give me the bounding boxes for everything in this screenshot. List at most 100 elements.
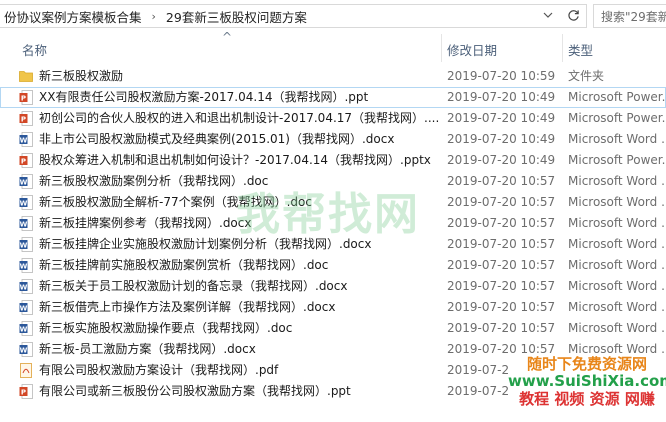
word-icon: W [19,279,33,294]
file-date: 2019-07-20 10:57 [447,342,556,356]
svg-text:W: W [20,220,28,228]
file-name[interactable]: 有限公司股权激励方案设计（我帮找网）.pdf [39,360,439,381]
file-type: Microsoft Word ... [568,132,666,146]
file-date: 2019-07-20 10:57 [447,174,556,188]
svg-text:P: P [21,115,26,123]
file-name[interactable]: 新三板-员工激励方案（我帮找网）.docx [39,339,439,360]
powerpoint-icon: P [19,111,33,126]
word-icon: W [19,216,33,231]
column-divider[interactable] [441,34,442,62]
column-header-name[interactable]: 名称 [22,40,47,59]
file-row[interactable]: P XX有限责任公司股权激励方案-2017.04.14（我帮找网）.ppt 2019… [0,87,666,108]
svg-text:W: W [20,136,28,144]
pdf-icon [19,363,33,378]
file-date: 2019-07-20 10:57 [447,195,556,209]
word-icon: W [19,195,33,210]
column-divider[interactable] [562,34,563,62]
file-row[interactable]: W 新三板关于员工股权激励计划的备忘录（我帮找网）.docx 2019-07-20 … [0,276,666,297]
breadcrumb-current[interactable]: 29套新三板股权问题方案 [162,7,311,26]
file-row[interactable]: P 有限公司或新三板股份公司股权激励方案（我帮找网）.ppt 2019-07-2 [0,381,666,402]
svg-text:W: W [20,241,28,249]
file-date: 2019-07-2 [447,363,510,377]
file-type: Microsoft Word ... [568,258,666,272]
file-name[interactable]: 非上市公司股权激励模式及经典案例(2015.01)（我帮找网）.docx [39,129,439,150]
powerpoint-icon: P [19,153,33,168]
file-type: Microsoft Word ... [568,342,666,356]
file-name[interactable]: 新三板股权激励 [39,66,439,87]
file-type: Microsoft Word ... [568,174,666,188]
svg-text:W: W [20,304,28,312]
file-row[interactable]: 有限公司股权激励方案设计（我帮找网）.pdf 2019-07-2 [0,360,666,381]
file-row[interactable]: 新三板股权激励 2019-07-20 10:59 文件夹 [0,66,666,87]
file-date: 2019-07-20 10:49 [447,90,556,104]
file-row[interactable]: W 新三板挂牌企业实施股权激励计划案例分析（我帮找网）.docx 2019-07-2… [0,234,666,255]
file-type: Microsoft Word ... [568,237,666,251]
file-date: 2019-07-20 10:57 [447,216,556,230]
folder-icon [19,69,33,84]
file-date: 2019-07-20 10:59 [447,69,556,83]
file-name[interactable]: 新三板挂牌企业实施股权激励计划案例分析（我帮找网）.docx [39,234,439,255]
breadcrumb-separator-icon[interactable]: › [146,10,162,23]
file-list: 新三板股权激励 2019-07-20 10:59 文件夹 P XX有限责任公司股权激励方… [0,66,666,402]
file-name[interactable]: 新三板股权激励全解析-77个案例（我帮找网）.doc [39,192,439,213]
search-placeholder: 搜索"29套新 [601,9,666,24]
word-icon: W [19,174,33,189]
word-icon: W [19,258,33,273]
file-name[interactable]: 新三板挂牌案例参考（我帮找网）.docx [39,213,439,234]
file-row[interactable]: P 初创公司的合伙人股权的进入和退出机制设计-2017.04.17（我帮找网）..… [0,108,666,129]
file-date: 2019-07-2 [447,384,510,398]
file-row[interactable]: W 非上市公司股权激励模式及经典案例(2015.01)（我帮找网）.docx 201… [0,129,666,150]
file-date: 2019-07-20 10:49 [447,111,556,125]
word-icon: W [19,300,33,315]
file-name[interactable]: 初创公司的合伙人股权的进入和退出机制设计-2017.04.17（我帮找网）...… [39,108,439,129]
powerpoint-icon: P [19,90,33,105]
file-date: 2019-07-20 10:57 [447,237,556,251]
file-type: Microsoft Power... [568,111,666,125]
address-bar[interactable]: 份协议案例方案模板合集 › 29套新三板股权问题方案 [0,4,587,28]
sort-ascending-icon: ^ [222,30,233,44]
file-type: Microsoft Word ... [568,279,666,293]
svg-text:W: W [20,199,28,207]
file-type: Microsoft Word ... [568,195,666,209]
file-name[interactable]: 新三板挂牌前实施股权激励案例赏析（我帮找网）.doc [39,255,439,276]
file-type: Microsoft Word ... [568,216,666,230]
svg-text:P: P [21,388,26,396]
refresh-icon[interactable] [562,4,584,26]
file-row[interactable]: W 新三板实施股权激励操作要点（我帮找网）.doc 2019-07-20 10:57… [0,318,666,339]
file-name[interactable]: 新三板关于员工股权激励计划的备忘录（我帮找网）.docx [39,276,439,297]
breadcrumb-parent[interactable]: 份协议案例方案模板合集 [0,7,146,26]
svg-text:W: W [20,325,28,333]
file-date: 2019-07-20 10:57 [447,300,556,314]
svg-text:P: P [21,157,26,165]
search-input[interactable]: 搜索"29套新 [593,4,666,28]
file-name[interactable]: 新三板股权激励案例分析（我帮找网）.doc [39,171,439,192]
address-history-dropdown-icon[interactable] [537,4,559,26]
word-icon: W [19,342,33,357]
file-type: 文件夹 [568,69,605,83]
file-name[interactable]: 新三板实施股权激励操作要点（我帮找网）.doc [39,318,439,339]
svg-text:W: W [20,346,28,354]
file-name[interactable]: 股权众筹进入机制和退出机制如何设计？-2017.04.14（我帮找网）.pptx [39,150,439,171]
file-row[interactable]: W 新三板挂牌案例参考（我帮找网）.docx 2019-07-20 10:57 Mic… [0,213,666,234]
file-row[interactable]: W 新三板股权激励全解析-77个案例（我帮找网）.doc 2019-07-20 10… [0,192,666,213]
svg-text:W: W [20,283,28,291]
file-row[interactable]: W 新三板挂牌前实施股权激励案例赏析（我帮找网）.doc 2019-07-20 10… [0,255,666,276]
svg-text:W: W [20,178,28,186]
file-row[interactable]: W 新三板股权激励案例分析（我帮找网）.doc 2019-07-20 10:57 Mi… [0,171,666,192]
file-name[interactable]: 有限公司或新三板股份公司股权激励方案（我帮找网）.ppt [39,381,439,402]
svg-text:P: P [21,94,26,102]
file-date: 2019-07-20 10:57 [447,258,556,272]
word-icon: W [19,132,33,147]
file-date: 2019-07-20 10:49 [447,132,556,146]
file-name[interactable]: XX有限责任公司股权激励方案-2017.04.14（我帮找网）.ppt [39,87,439,108]
column-header-date[interactable]: 修改日期 [447,40,497,59]
file-row[interactable]: W 新三板借壳上市操作方法及案例详解（我帮找网）.docx 2019-07-20 1… [0,297,666,318]
file-type: Microsoft Word ... [568,321,666,335]
file-row[interactable]: P 股权众筹进入机制和退出机制如何设计？-2017.04.14（我帮找网）.ppt… [0,150,666,171]
file-name[interactable]: 新三板借壳上市操作方法及案例详解（我帮找网）.docx [39,297,439,318]
file-type: Microsoft Power... [568,153,666,167]
file-type: Microsoft Word ... [568,300,666,314]
file-date: 2019-07-20 10:57 [447,279,556,293]
file-row[interactable]: W 新三板-员工激励方案（我帮找网）.docx 2019-07-20 10:57 Mi… [0,339,666,360]
column-header-type[interactable]: 类型 [568,40,593,59]
